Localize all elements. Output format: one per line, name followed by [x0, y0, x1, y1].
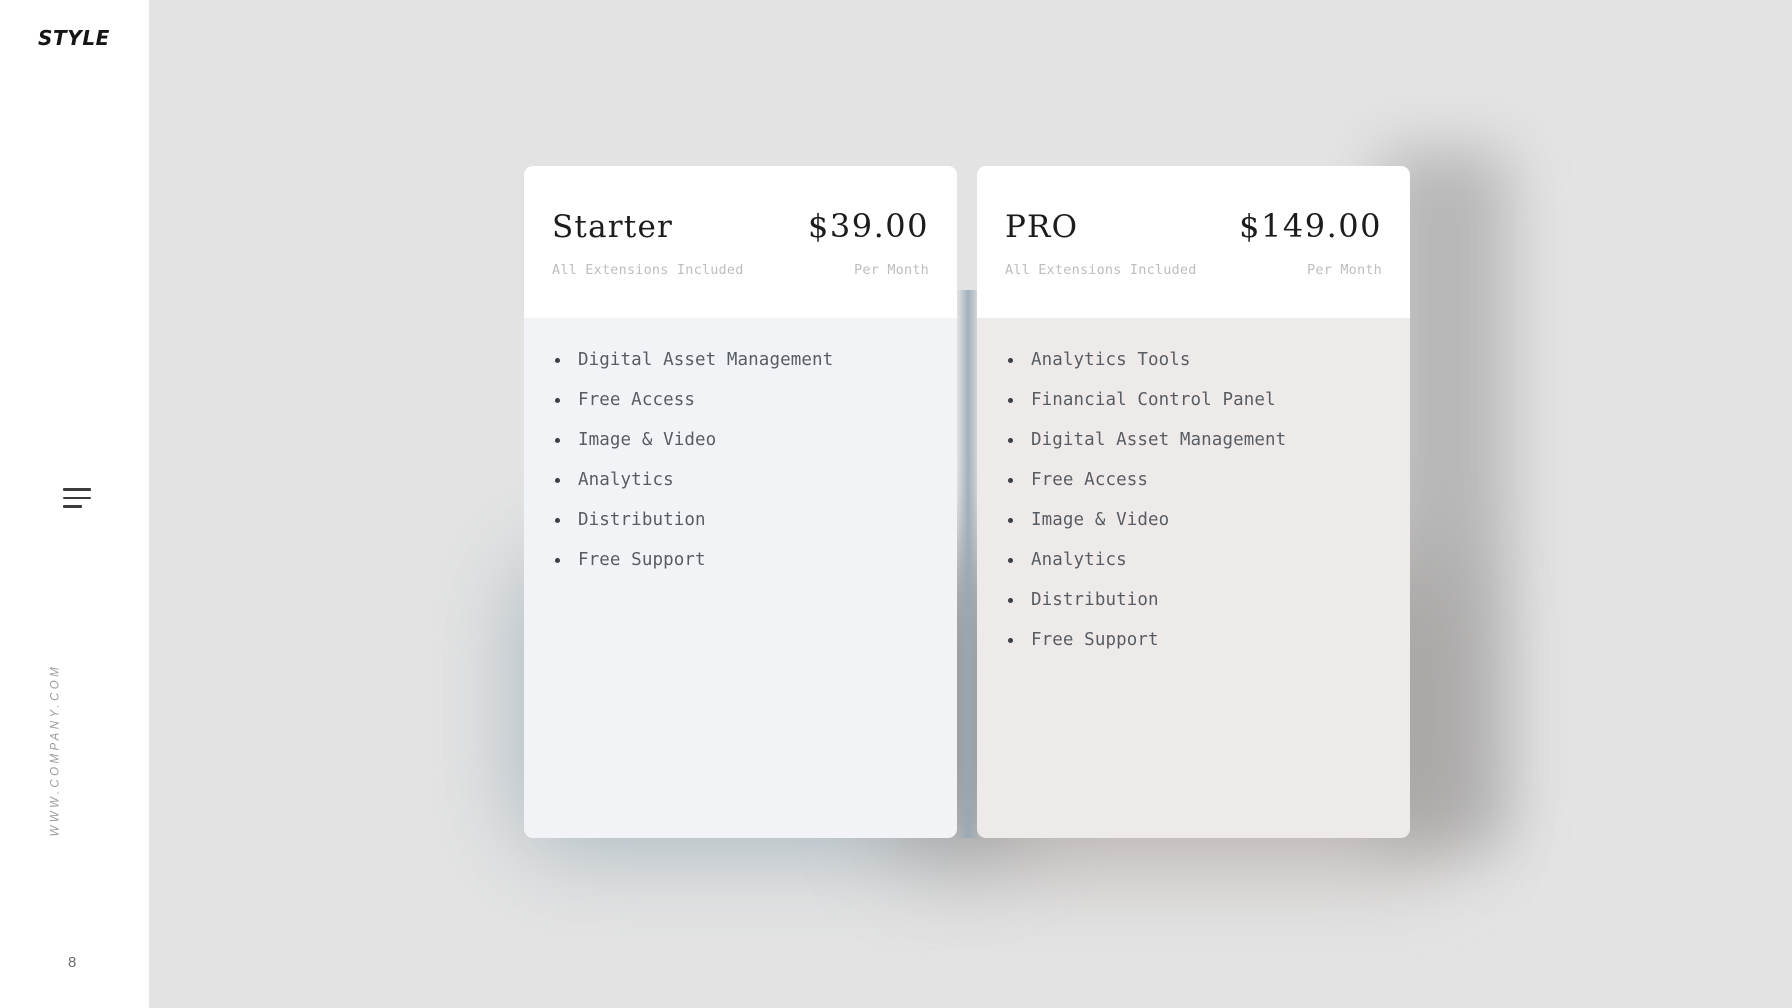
list-item: Free Support [1005, 631, 1382, 650]
list-item: Free Access [1005, 471, 1382, 490]
starter-plan-price: $39.00 [808, 207, 929, 245]
list-item: Financial Control Panel [1005, 391, 1382, 410]
starter-feature-list: Digital Asset Management Free Access Ima… [552, 351, 929, 570]
starter-card-body: Digital Asset Management Free Access Ima… [524, 318, 957, 838]
list-item: Digital Asset Management [552, 351, 929, 370]
list-item: Analytics [552, 471, 929, 490]
list-item: Free Support [552, 551, 929, 570]
pro-card-body: Analytics Tools Financial Control Panel … [977, 318, 1410, 838]
pro-feature-list: Analytics Tools Financial Control Panel … [1005, 351, 1382, 650]
starter-plan-name: Starter [552, 209, 674, 245]
starter-title-row: Starter $39.00 [552, 210, 929, 243]
pro-plan-subtitle: All Extensions Included [1005, 262, 1197, 278]
pro-plan-name: PRO [1005, 209, 1079, 245]
pro-card-header: PRO $149.00 All Extensions Included Per … [977, 166, 1410, 318]
pricing-card-starter[interactable]: Starter $39.00 All Extensions Included P… [524, 166, 957, 838]
pro-subtitle-row: All Extensions Included Per Month [1005, 262, 1382, 278]
pricing-card-pro[interactable]: PRO $149.00 All Extensions Included Per … [977, 166, 1410, 838]
brand-logo: STYLE [38, 26, 110, 50]
left-sidebar: STYLE WWW.COMPANY.COM 8 [0, 0, 149, 1008]
list-item: Image & Video [552, 431, 929, 450]
pro-title-row: PRO $149.00 [1005, 210, 1382, 243]
card-gap-shadow [957, 290, 977, 838]
hamburger-line-1 [63, 488, 91, 491]
list-item: Analytics Tools [1005, 351, 1382, 370]
list-item: Distribution [552, 511, 929, 530]
hamburger-line-3 [63, 505, 82, 508]
page-number: 8 [68, 954, 77, 971]
hamburger-menu-icon[interactable] [63, 488, 91, 510]
list-item: Image & Video [1005, 511, 1382, 530]
starter-subtitle-row: All Extensions Included Per Month [552, 262, 929, 278]
starter-plan-subtitle: All Extensions Included [552, 262, 744, 278]
list-item: Free Access [552, 391, 929, 410]
list-item: Distribution [1005, 591, 1382, 610]
main-canvas: Starter $39.00 All Extensions Included P… [149, 0, 1792, 1008]
list-item: Digital Asset Management [1005, 431, 1382, 450]
starter-card-header: Starter $39.00 All Extensions Included P… [524, 166, 957, 318]
pro-plan-price: $149.00 [1239, 207, 1382, 245]
hamburger-line-2 [63, 496, 91, 500]
pricing-cards-container: Starter $39.00 All Extensions Included P… [149, 0, 1792, 1008]
starter-plan-period: Per Month [854, 262, 929, 278]
list-item: Analytics [1005, 551, 1382, 570]
pro-plan-period: Per Month [1307, 262, 1382, 278]
website-url-vertical: WWW.COMPANY.COM [49, 663, 62, 836]
